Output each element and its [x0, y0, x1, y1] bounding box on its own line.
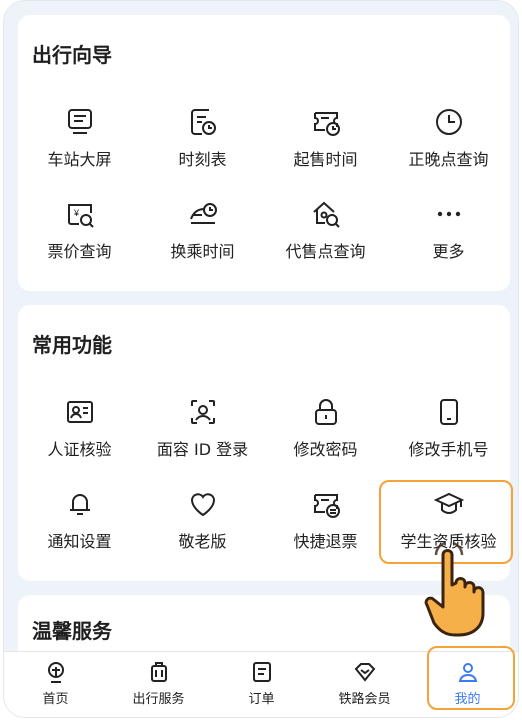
section-title: 温馨服务 — [32, 619, 112, 643]
heart-icon — [190, 493, 215, 517]
lock-icon — [314, 399, 337, 425]
elderly-mode-button[interactable]: 敬老版 — [141, 489, 264, 569]
id-verify-button[interactable]: 人证核验 — [18, 397, 141, 477]
tab-mine-highlight — [427, 646, 515, 710]
section-title: 常用功能 — [32, 333, 112, 357]
phone-icon — [439, 399, 458, 425]
station-screen-button[interactable]: 车站大屏 — [18, 107, 141, 187]
tab-orders[interactable]: 订单 — [210, 660, 313, 712]
tab-travel-service[interactable]: 出行服务 — [107, 660, 210, 712]
agency-search-icon — [312, 201, 340, 228]
more-button[interactable]: 更多 — [387, 199, 510, 279]
home-rail-icon — [47, 662, 64, 683]
on-time-query-button[interactable]: 正晚点查询 — [387, 107, 510, 187]
sale-time-button[interactable]: 起售时间 — [264, 107, 387, 187]
quick-refund-button[interactable]: 快捷退票 — [264, 489, 387, 569]
luggage-icon — [150, 662, 167, 682]
transfer-time-icon — [189, 203, 217, 224]
face-id-icon — [190, 400, 215, 424]
more-icon — [437, 211, 460, 217]
transfer-time-button[interactable]: 换乘时间 — [141, 199, 264, 279]
station-screen-icon — [67, 109, 92, 134]
app-screen: 出行向导 车站大屏 时刻表 起售时间 正晚点查询 ¥ 票价查询 换乘时间 代售点… — [3, 0, 519, 718]
bell-icon — [69, 494, 90, 515]
timetable-button[interactable]: 时刻表 — [141, 107, 264, 187]
notification-settings-button[interactable]: 通知设置 — [18, 489, 141, 569]
pointing-hand-icon — [424, 541, 485, 637]
sale-time-icon — [313, 112, 340, 136]
change-password-button[interactable]: 修改密码 — [264, 397, 387, 477]
order-icon — [252, 662, 271, 682]
refund-ticket-icon — [313, 494, 340, 518]
travel-guide-card: 出行向导 车站大屏 时刻表 起售时间 正晚点查询 ¥ 票价查询 换乘时间 代售点… — [18, 15, 510, 291]
id-verify-icon — [66, 401, 93, 423]
timetable-icon — [190, 109, 216, 135]
clock-icon — [435, 109, 462, 135]
tab-rail-member[interactable]: 铁路会员 — [313, 660, 416, 712]
change-phone-button[interactable]: 修改手机号 — [387, 397, 510, 477]
fare-search-button[interactable]: ¥ 票价查询 — [18, 199, 141, 279]
fare-search-icon: ¥ — [67, 204, 94, 228]
member-diamond-icon — [354, 663, 375, 682]
svg-text:¥: ¥ — [73, 208, 80, 218]
agency-search-button[interactable]: 代售点查询 — [264, 199, 387, 279]
tab-home[interactable]: 首页 — [4, 660, 107, 712]
face-id-login-button[interactable]: 面容 ID 登录 — [141, 397, 264, 477]
section-title: 出行向导 — [32, 43, 112, 67]
